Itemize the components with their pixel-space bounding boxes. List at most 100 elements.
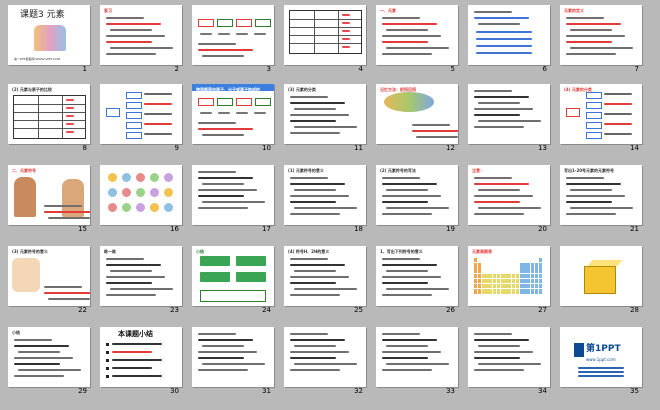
slide-thumbnail-31[interactable]: 31 <box>192 327 274 395</box>
table-row-line <box>290 43 361 44</box>
slide-thumbnail-17[interactable]: 17 <box>192 165 274 233</box>
text-line <box>14 363 60 365</box>
slide-thumbnail-16[interactable]: 16 <box>100 165 182 233</box>
summary-line <box>112 343 162 345</box>
slide-thumbnail-11[interactable]: (3) 元素的分类 11 <box>284 84 366 152</box>
slide-preview[interactable]: 练一练 <box>100 246 182 306</box>
slide-preview[interactable]: 注意： <box>468 165 550 225</box>
slide-preview[interactable]: 写出1-20号元素的元素符号 <box>560 165 642 225</box>
slide-thumbnail-20[interactable]: 注意： 20 <box>468 165 550 233</box>
slide-thumbnail-30[interactable]: 本课题小结 30 <box>100 327 182 395</box>
slide-thumbnail-24[interactable]: 小结 24 <box>192 246 274 314</box>
slide-preview[interactable]: (4) 符号H、2H的意义 <box>284 246 366 306</box>
element-cell <box>523 273 527 278</box>
text-line <box>290 96 328 98</box>
slide-thumbnail-10[interactable]: 物质都是由原子、分子或离子构成的 10 <box>192 84 274 152</box>
slide-thumbnail-18[interactable]: (1) 元素符号的意义 18 <box>284 165 366 233</box>
slide-preview[interactable]: 二、元素符号 <box>8 165 90 225</box>
slide-preview[interactable]: 第1PPT www.1ppt.com <box>560 327 642 387</box>
slide-preview[interactable]: (4) 元素的分类 <box>560 84 642 144</box>
slide-thumbnail-15[interactable]: 二、元素符号 15 <box>8 165 90 233</box>
element-cell <box>531 263 535 268</box>
slide-thumbnail-25[interactable]: (4) 符号H、2H的意义 25 <box>284 246 366 314</box>
slide-title: 1、写出下列符号的意义 <box>380 249 423 254</box>
slide-preview[interactable] <box>284 327 366 387</box>
text-line <box>198 122 236 124</box>
slide-thumbnail-6[interactable]: 6 <box>468 5 550 73</box>
slide-preview[interactable]: (3) 元素的分类 <box>284 84 366 144</box>
slide-thumbnail-4[interactable]: 4 <box>284 5 366 73</box>
slide-preview[interactable] <box>468 84 550 144</box>
slide-thumbnail-26[interactable]: 1、写出下列符号的意义 26 <box>376 246 458 314</box>
slide-preview[interactable]: 小结 <box>192 246 274 306</box>
element-cell <box>474 258 478 263</box>
slide-thumbnail-9[interactable]: 9 <box>100 84 182 152</box>
text-line <box>106 17 144 19</box>
text-line <box>198 333 236 335</box>
slide-preview[interactable]: 复习 <box>100 5 182 65</box>
slide-thumbnail-5[interactable]: 一、元素 5 <box>376 5 458 73</box>
slide-thumbnail-29[interactable]: 小结 29 <box>8 327 90 395</box>
illustration <box>12 258 40 292</box>
periodic-table <box>474 258 544 298</box>
element-cell <box>493 284 497 289</box>
slide-thumbnail-19[interactable]: (2) 元素符号的写法 19 <box>376 165 458 233</box>
slide-preview[interactable]: 小结 <box>8 327 90 387</box>
slide-preview[interactable]: 记忆方法：前拐后拐 <box>376 84 458 144</box>
slide-thumbnail-13[interactable]: 13 <box>468 84 550 152</box>
slide-thumbnail-35[interactable]: 第1PPT www.1ppt.com 35 <box>560 327 642 395</box>
slide-thumbnail-1[interactable]: 课题3 元素 第一PPT模板网-WWW.1PPT.COM 1 <box>8 5 90 73</box>
slide-preview[interactable]: (3) 元素符号的意义 <box>8 246 90 306</box>
slide-thumbnail-34[interactable]: 34 <box>468 327 550 395</box>
tree-branch <box>586 102 602 109</box>
slide-preview[interactable] <box>100 84 182 144</box>
slide-preview[interactable]: 物质都是由原子、分子或离子构成的 <box>192 84 274 144</box>
slide-preview[interactable] <box>284 5 366 65</box>
slide-thumbnail-21[interactable]: 写出1-20号元素的元素符号 21 <box>560 165 642 233</box>
slide-thumbnail-32[interactable]: 32 <box>284 327 366 395</box>
slide-thumbnail-33[interactable]: 33 <box>376 327 458 395</box>
slide-preview[interactable]: 元素的定义 <box>560 5 642 65</box>
element-cell <box>504 278 508 284</box>
element-cell <box>523 268 527 273</box>
slide-thumbnail-14[interactable]: (4) 元素的分类 14 <box>560 84 642 152</box>
slide-thumbnail-7[interactable]: 元素的定义 7 <box>560 5 642 73</box>
slide-thumbnail-27[interactable]: 元素周期表 27 <box>468 246 550 314</box>
text-line <box>44 205 82 207</box>
table-cell-value <box>66 99 74 101</box>
slide-preview[interactable] <box>560 246 642 306</box>
text-line <box>202 134 244 136</box>
slide-preview[interactable]: 课题3 元素 第一PPT模板网-WWW.1PPT.COM <box>8 5 90 65</box>
element-cell <box>477 268 481 273</box>
slide-thumbnail-12[interactable]: 记忆方法：前拐后拐 12 <box>376 84 458 152</box>
text-line <box>198 339 253 341</box>
slide-preview[interactable]: (2) 元素与原子的比较 <box>8 84 90 144</box>
slide-preview[interactable]: 本课题小结 <box>100 327 182 387</box>
slide-preview[interactable]: 1、写出下列符号的意义 <box>376 246 458 306</box>
note-box <box>200 290 266 302</box>
slide-preview[interactable]: 元素周期表 <box>468 246 550 306</box>
slide-preview[interactable] <box>192 5 274 65</box>
slide-thumbnail-8[interactable]: (2) 元素与原子的比较 8 <box>8 84 90 152</box>
formula-line <box>476 45 532 47</box>
slide-thumbnail-2[interactable]: 复习 2 <box>100 5 182 73</box>
slide-thumbnail-28[interactable]: 28 <box>560 246 642 314</box>
slide-preview[interactable] <box>100 165 182 225</box>
slide-thumbnail-23[interactable]: 练一练 23 <box>100 246 182 314</box>
atom-icon <box>136 203 145 212</box>
tree-leaf-text <box>144 113 172 115</box>
bullet-icon <box>106 343 109 346</box>
slide-title: 小结 <box>196 249 204 254</box>
atom-icon <box>150 188 159 197</box>
slide-preview[interactable]: 一、元素 <box>376 5 458 65</box>
slide-preview[interactable] <box>468 327 550 387</box>
slide-thumbnail-3[interactable]: 3 <box>192 5 274 73</box>
element-cell <box>538 289 542 294</box>
slide-preview[interactable]: (2) 元素符号的写法 <box>376 165 458 225</box>
slide-preview[interactable] <box>376 327 458 387</box>
slide-preview[interactable] <box>192 327 274 387</box>
slide-preview[interactable] <box>192 165 274 225</box>
slide-thumbnail-22[interactable]: (3) 元素符号的意义 22 <box>8 246 90 314</box>
slide-preview[interactable]: (1) 元素符号的意义 <box>284 165 366 225</box>
slide-preview[interactable] <box>468 5 550 65</box>
